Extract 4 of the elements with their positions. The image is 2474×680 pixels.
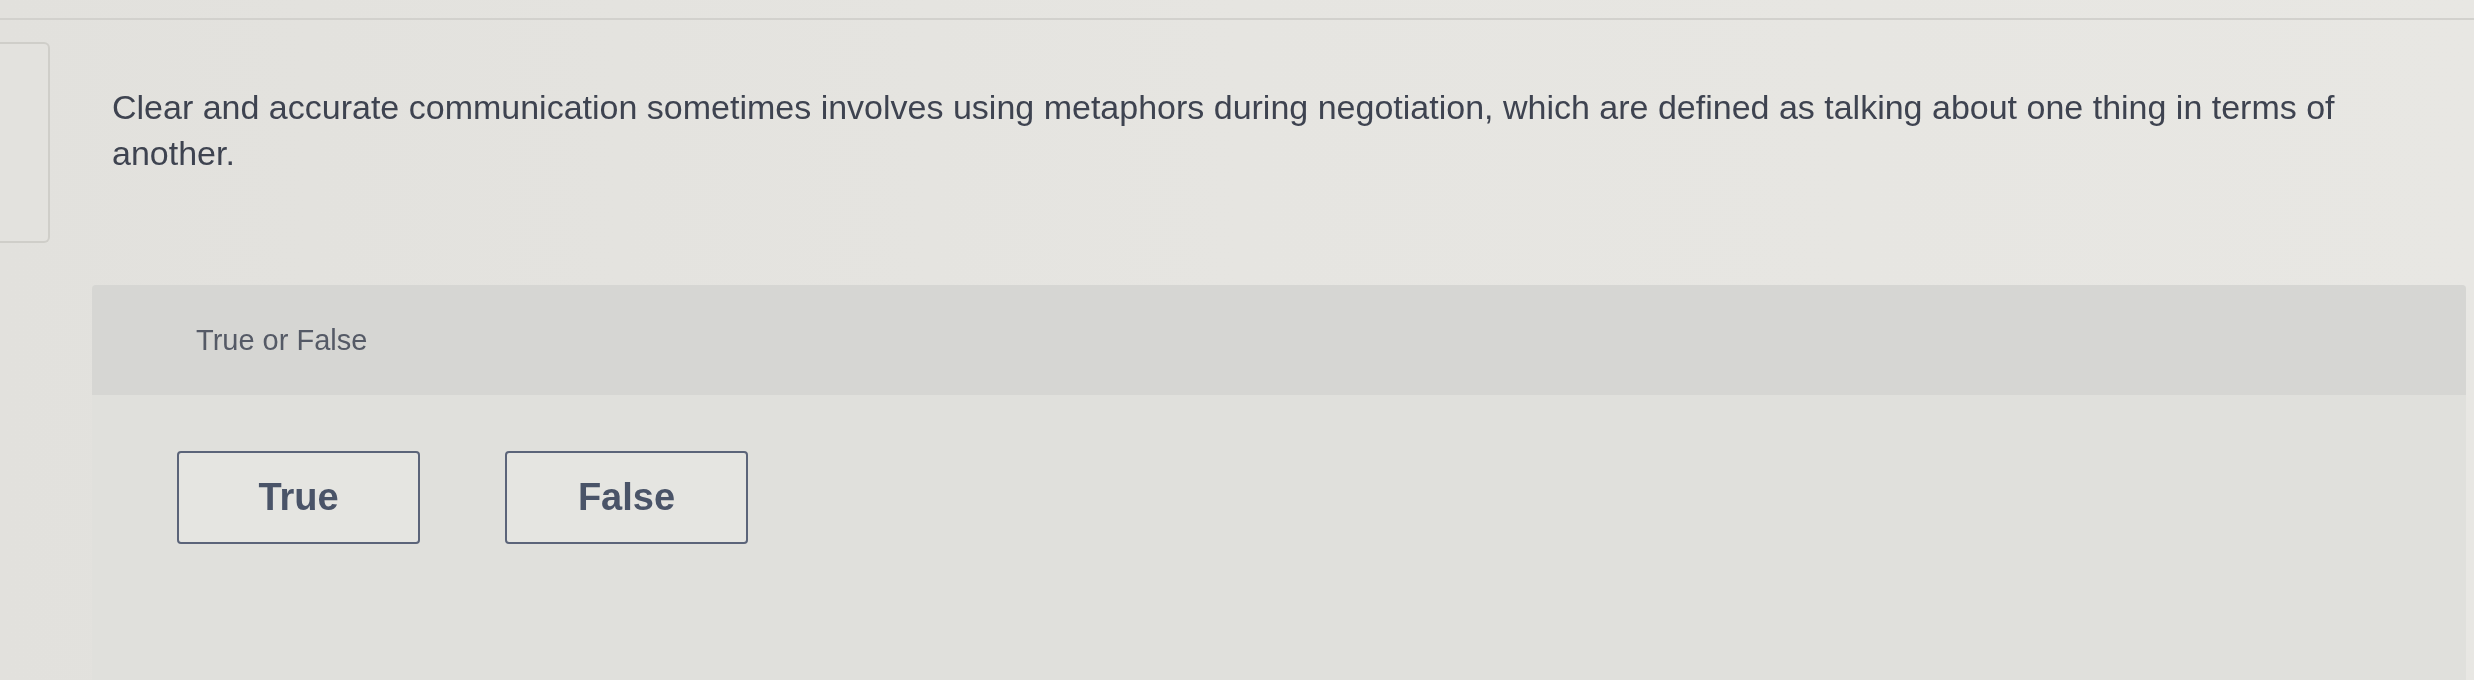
question-text: Clear and accurate communication sometimes involves using metaphors during negotiation, which are defined as talking about one thing in terms of another. <box>112 87 2336 174</box>
choice-button[interactable]: False <box>505 451 748 544</box>
choice-button[interactable]: True <box>177 451 420 544</box>
prompt-text: True or False <box>196 323 368 357</box>
